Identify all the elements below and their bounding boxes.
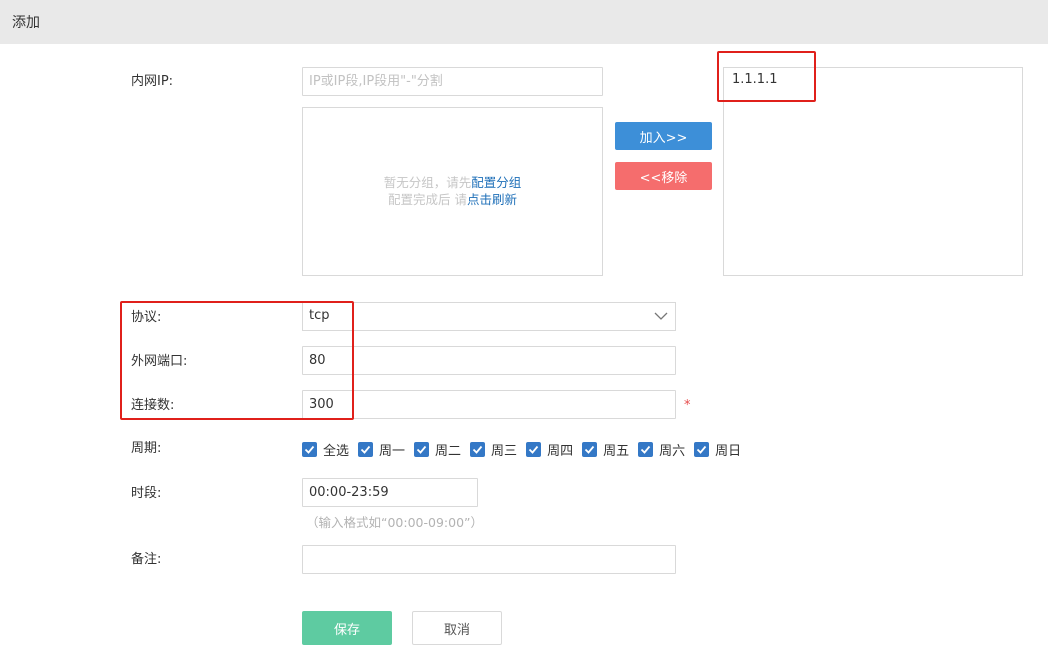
period-checkboxes: 全选 周一 周二 周三 周四 周五 周六 周日 — [302, 440, 750, 459]
checkbox-saturday[interactable]: 周六 — [638, 440, 685, 459]
checkbox-tuesday[interactable]: 周二 — [414, 440, 461, 459]
external-port-label: 外网端口: — [131, 354, 188, 369]
connections-input[interactable] — [302, 390, 676, 419]
checkbox-thursday[interactable]: 周四 — [526, 440, 573, 459]
checkbox-monday[interactable]: 周一 — [358, 440, 405, 459]
empty-text-2: 配置完成后 请 — [388, 192, 467, 207]
selected-ip-list[interactable]: 1.1.1.1 — [723, 67, 1023, 276]
period-label: 周期: — [131, 441, 162, 456]
time-format-hint: （输入格式如“00:00-09:00”） — [306, 515, 484, 530]
chevron-down-icon — [654, 312, 668, 320]
checkbox-label: 周五 — [603, 443, 630, 459]
checkbox-label: 周四 — [547, 443, 574, 459]
protocol-label: 协议: — [131, 310, 162, 325]
refresh-link[interactable]: 点击刷新 — [467, 192, 517, 207]
checkbox-friday[interactable]: 周五 — [582, 440, 629, 459]
check-icon — [694, 441, 710, 457]
cancel-button[interactable]: 取消 — [412, 611, 502, 645]
checkbox-label: 周三 — [491, 443, 518, 459]
checkbox-label: 全选 — [323, 443, 350, 459]
dialog-header: 添加 — [0, 0, 1048, 44]
selected-ip-item[interactable]: 1.1.1.1 — [732, 72, 777, 87]
check-icon — [414, 441, 430, 457]
save-button[interactable]: 保存 — [302, 611, 392, 645]
check-icon — [358, 441, 374, 457]
time-range-label: 时段: — [131, 486, 162, 501]
remove-button[interactable]: <<移除 — [615, 162, 712, 190]
required-mark: * — [684, 398, 691, 413]
checkbox-wednesday[interactable]: 周三 — [470, 440, 517, 459]
remark-input[interactable] — [302, 545, 676, 574]
check-icon — [470, 441, 486, 457]
configure-group-link[interactable]: 配置分组 — [471, 175, 521, 190]
add-button[interactable]: 加入>> — [615, 122, 712, 150]
check-icon — [302, 441, 317, 457]
check-icon — [526, 441, 542, 457]
checkbox-label: 周一 — [379, 443, 406, 459]
protocol-value: tcp — [309, 308, 330, 323]
checkbox-sunday[interactable]: 周日 — [694, 440, 741, 459]
checkbox-label: 周日 — [715, 443, 742, 459]
connections-label: 连接数: — [131, 398, 175, 413]
intranet-ip-label: 内网IP: — [131, 74, 174, 89]
intranet-ip-input[interactable] — [302, 67, 603, 96]
ip-group-list[interactable]: 暂无分组，请先配置分组 配置完成后 请点击刷新 — [302, 107, 603, 276]
remark-label: 备注: — [131, 552, 162, 567]
checkbox-select-all[interactable]: 全选 — [302, 440, 349, 459]
checkbox-label: 周二 — [435, 443, 462, 459]
dialog-title: 添加 — [12, 15, 40, 31]
empty-state: 暂无分组，请先配置分组 配置完成后 请点击刷新 — [303, 174, 602, 208]
empty-text: 暂无分组，请先 — [383, 175, 472, 190]
check-icon — [638, 441, 654, 457]
checkbox-label: 周六 — [659, 443, 686, 459]
time-range-input[interactable] — [302, 478, 478, 507]
protocol-select[interactable]: tcp — [302, 302, 676, 331]
check-icon — [582, 441, 598, 457]
external-port-input[interactable] — [302, 346, 676, 375]
